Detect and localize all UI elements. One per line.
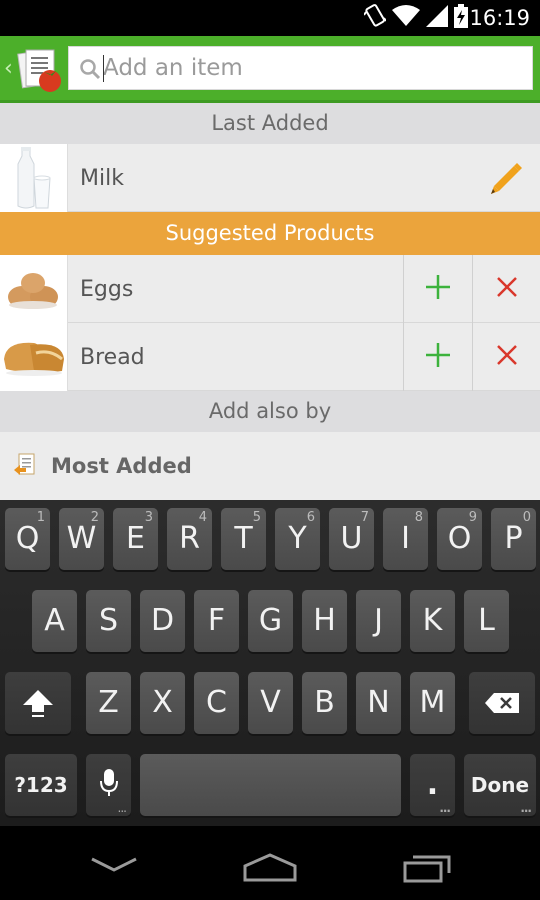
key-p[interactable]: P0 — [491, 508, 536, 570]
key-w[interactable]: W2 — [59, 508, 104, 570]
vibrate-icon — [363, 3, 387, 33]
key-s[interactable]: S — [86, 590, 131, 652]
key-g[interactable]: G — [248, 590, 293, 652]
status-icons — [363, 3, 468, 33]
close-icon — [496, 344, 518, 371]
section-header-add-also: Add also by — [0, 391, 540, 432]
key-j[interactable]: J — [356, 590, 401, 652]
backspace-key[interactable] — [469, 672, 535, 734]
microphone-icon — [99, 769, 119, 806]
key-y[interactable]: Y6 — [275, 508, 320, 570]
search-icon — [79, 58, 101, 85]
list-item-bread[interactable]: Bread — [0, 323, 540, 391]
list-item-milk[interactable]: Milk — [0, 144, 540, 212]
period-key[interactable]: .... — [410, 754, 455, 816]
key-f[interactable]: F — [194, 590, 239, 652]
search-input[interactable]: Add an item — [103, 55, 243, 81]
key-k[interactable]: K — [410, 590, 455, 652]
status-time: 16:19 — [469, 6, 530, 30]
battery-icon — [454, 3, 468, 33]
key-h[interactable]: H — [302, 590, 347, 652]
key-l[interactable]: L — [464, 590, 509, 652]
milk-image — [0, 144, 68, 212]
section-header-suggested: Suggested Products — [0, 212, 540, 255]
back-chevron-icon[interactable]: ‹ — [4, 56, 13, 81]
key-b[interactable]: B — [302, 672, 347, 734]
item-label: Eggs — [80, 277, 134, 302]
wifi-icon — [392, 4, 420, 32]
key-m[interactable]: M — [410, 672, 455, 734]
key-o[interactable]: O9 — [437, 508, 482, 570]
status-bar: 16:19 — [0, 0, 540, 36]
space-key[interactable] — [140, 754, 401, 816]
home-icon[interactable] — [243, 852, 297, 887]
list-item-eggs[interactable]: Eggs — [0, 255, 540, 323]
most-added-icon — [12, 452, 38, 483]
shopping-list: Last Added Milk Suggested Products Eggs … — [0, 103, 540, 500]
add-bread-button[interactable] — [403, 323, 472, 391]
signal-icon — [426, 4, 448, 32]
key-n[interactable]: N — [356, 672, 401, 734]
key-u[interactable]: U7 — [329, 508, 374, 570]
item-label: Milk — [80, 166, 124, 191]
symbols-key[interactable]: ?123 — [5, 754, 77, 816]
key-a[interactable]: A — [32, 590, 77, 652]
shift-key[interactable] — [5, 672, 71, 734]
remove-bread-button[interactable] — [472, 323, 540, 391]
key-v[interactable]: V — [248, 672, 293, 734]
key-c[interactable]: C — [194, 672, 239, 734]
most-added-label: Most Added — [51, 454, 192, 478]
plus-icon — [424, 341, 452, 374]
done-key[interactable]: Done... — [464, 754, 536, 816]
key-r[interactable]: R4 — [167, 508, 212, 570]
eggs-image — [0, 255, 68, 323]
item-label: Bread — [80, 345, 145, 370]
key-z[interactable]: Z — [86, 672, 131, 734]
add-eggs-button[interactable] — [403, 255, 472, 323]
edit-pencil-icon[interactable] — [486, 158, 526, 203]
app-logo[interactable] — [16, 44, 66, 94]
key-q[interactable]: Q1 — [5, 508, 50, 570]
bread-image — [0, 323, 68, 391]
text-cursor — [103, 55, 104, 82]
recent-apps-icon[interactable] — [403, 853, 453, 888]
plus-icon — [424, 273, 452, 306]
section-header-last-added: Last Added — [0, 103, 540, 144]
key-e[interactable]: E3 — [113, 508, 158, 570]
key-d[interactable]: D — [140, 590, 185, 652]
remove-eggs-button[interactable] — [472, 255, 540, 323]
close-icon — [496, 276, 518, 303]
voice-input-key[interactable]: ... — [86, 754, 131, 816]
key-t[interactable]: T5 — [221, 508, 266, 570]
soft-keyboard: Q1 W2 E3 R4 T5 Y6 U7 I8 O9 P0 A S D F G … — [0, 500, 540, 826]
key-x[interactable]: X — [140, 672, 185, 734]
back-nav-icon[interactable] — [90, 856, 138, 879]
navigation-bar — [0, 826, 540, 900]
backspace-icon — [484, 687, 520, 722]
key-i[interactable]: I8 — [383, 508, 428, 570]
shift-arrow-icon — [21, 690, 55, 726]
most-added-item[interactable]: Most Added — [0, 432, 540, 494]
app-bar: ‹ Add an item — [0, 36, 540, 103]
search-box[interactable]: Add an item — [68, 46, 533, 90]
